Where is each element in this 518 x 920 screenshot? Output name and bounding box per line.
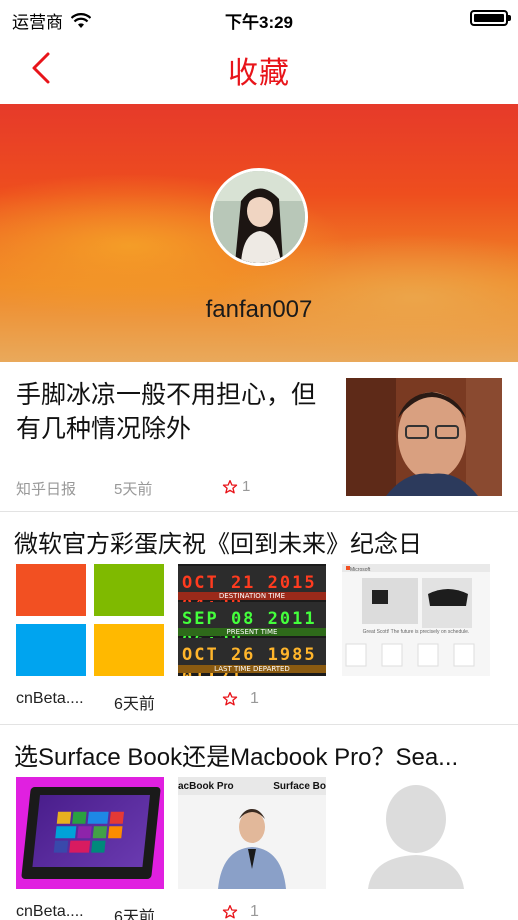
destination-time-digits: OCT 21 2015 04:29	[182, 573, 317, 615]
article-time: 6天前	[114, 696, 155, 713]
article-title: 手脚冰凉一般不用担心，但有几种情况除外	[16, 381, 317, 443]
present-time-label: PRESENT TIME	[178, 628, 326, 636]
star-outline-icon	[222, 479, 238, 493]
star-count: 1	[250, 903, 259, 920]
microsoft-site-thumbnail: Microsoft Great Scott! The future is pre…	[342, 564, 490, 676]
video-label-left: acBook Pro	[178, 781, 234, 792]
avatar[interactable]	[210, 168, 308, 266]
surface-tablet-thumbnail	[16, 777, 164, 889]
favorite-count[interactable]: 1	[222, 690, 259, 708]
navigation-bar: 收藏	[0, 36, 518, 104]
present-time-digits: SEP 08 2011 06:28	[182, 609, 317, 651]
destination-time-label: DESTINATION TIME	[178, 592, 326, 600]
article-source: cnBeta....	[16, 903, 84, 920]
windows-logo-thumbnail	[16, 564, 164, 676]
last-departed-digits: OCT 26 1985 01:21	[182, 645, 317, 676]
article-source: cnBeta....	[16, 690, 84, 707]
star-outline-icon	[222, 905, 238, 919]
article-source: 知乎日报	[16, 481, 77, 498]
video-thumbnail: acBook Pro Surface Bo	[178, 777, 326, 889]
star-outline-icon	[222, 692, 238, 706]
favorite-count[interactable]: 1	[222, 478, 250, 495]
ms-caption: Great Scott! The future is precisely on …	[362, 629, 470, 635]
article-title: 微软官方彩蛋庆祝《回到未来》纪念日	[14, 531, 422, 558]
status-bar: 运营商 下午3:29	[0, 0, 518, 36]
article-time: 6天前	[114, 909, 155, 920]
avatar-photo	[213, 171, 305, 263]
ms-brand-text: Microsoft	[350, 567, 371, 573]
battery-icon	[470, 10, 511, 26]
last-departed-label: LAST TIME DEPARTED	[178, 665, 326, 673]
list-item[interactable]: 微软官方彩蛋庆祝《回到未来》纪念日 OCT 21 2015 04:29 DEST…	[0, 512, 518, 725]
video-label-right: Surface Bo	[273, 781, 326, 792]
star-count: 1	[250, 690, 259, 707]
article-time: 5天前	[114, 481, 153, 498]
profile-banner: fanfan007	[0, 104, 518, 362]
time-circuit-thumbnail: OCT 21 2015 04:29 DESTINATION TIME SEP 0…	[178, 564, 326, 676]
favorite-count[interactable]: 1	[222, 903, 259, 920]
article-thumbnail	[346, 378, 502, 496]
page-title: 收藏	[228, 57, 290, 90]
list-item[interactable]: 手脚冰凉一般不用担心，但有几种情况除外 知乎日报 5天前 1	[0, 362, 518, 512]
star-count: 1	[242, 478, 251, 495]
status-time: 下午3:29	[224, 13, 294, 32]
image-placeholder	[342, 777, 490, 889]
list-item[interactable]: 选Surface Book还是Macbook Pro？Sea... acBook…	[0, 725, 518, 920]
article-title: 选Surface Book还是Macbook Pro？Sea...	[14, 744, 459, 771]
username: fanfan007	[205, 296, 313, 323]
